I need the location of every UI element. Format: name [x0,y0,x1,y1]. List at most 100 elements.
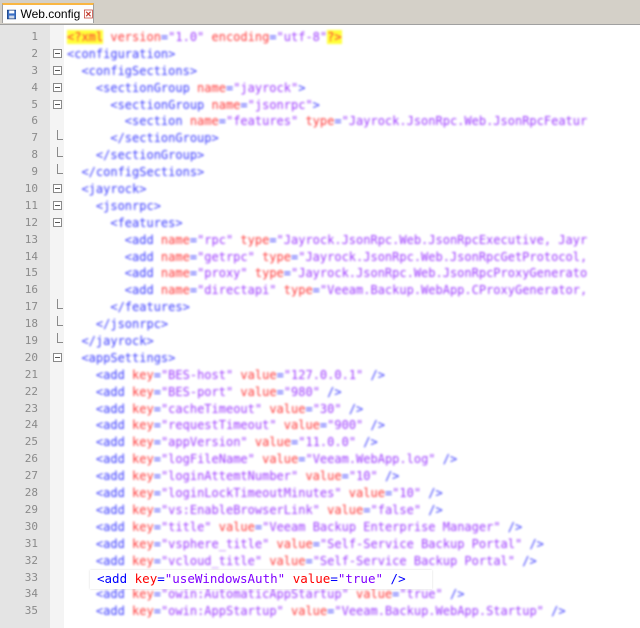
fold-end-icon [57,299,63,310]
code-token: <add [67,587,133,602]
code-token: version [103,30,161,44]
close-icon[interactable] [84,8,93,20]
code-token: = [312,536,320,551]
code-text: <appSettings> [67,350,175,367]
code-line[interactable]: 35 <add key="owin:AppStartup" value="Vee… [0,603,640,620]
fold-toggle-icon[interactable] [53,217,62,227]
code-line[interactable]: 23 <add key="cacheTimeout" value="30" /> [0,401,640,418]
code-line[interactable]: 2 <configuration> [0,46,640,63]
code-token: /> [341,401,364,416]
code-text: <add key="requestTimeout" value="900" /> [67,417,385,434]
line-number: 2 [31,46,38,60]
line-number: 24 [24,418,38,432]
code-text: <sectionGroup name="jayrock"> [67,80,306,97]
code-line[interactable]: 3 <configSections> [0,63,640,80]
code-token: <add [67,486,133,501]
code-token: /> [356,435,378,450]
code-token: "appVersion" [160,435,248,450]
code-line[interactable]: 29 <add key="vs:EnableBrowserLink" value… [0,502,640,519]
code-line[interactable]: 28 <add key="loginLockTimeoutMinutes" va… [0,485,640,502]
code-line[interactable]: 17 </features> [0,299,640,316]
line-number: 11 [24,198,38,212]
code-token: > [298,80,306,95]
line-number: 1 [31,30,38,43]
code-line[interactable]: 9 </configSections> [0,164,640,181]
fold-toggle-icon[interactable] [53,65,62,75]
code-token: "10" [348,469,378,484]
code-text: <jsonrpc> [67,198,161,215]
code-token: "Jayrock.JsonRpc.Web.JsonRpcProxyGenerat… [291,266,588,281]
code-line[interactable]: 16 <add name="directapi" type="Veeam.Bac… [0,282,640,299]
code-token: "title" [160,519,212,534]
code-token: <add [67,367,133,382]
code-line[interactable]: 4 <sectionGroup name="jayrock"> [0,80,640,97]
code-line[interactable]: 20 <appSettings> [0,350,640,367]
code-line[interactable]: 5 <sectionGroup name="jsonrpc"> [0,97,640,114]
highlighted-setting: <add key="useWindowsAuth" value="true" /… [97,571,406,588]
code-token: <configuration> [67,46,176,61]
code-line[interactable]: 25 <add key="appVersion" value="11.0.0" … [0,434,640,451]
code-token: = [189,283,198,298]
code-token: "jsonrpc" [247,97,313,112]
code-token: key [132,469,154,484]
code-token: value [319,502,364,517]
code-token: "true" [337,570,384,586]
code-token: "Veeam.Backup.WebApp.CProxyGenerator, [319,283,588,298]
code-token: /> [435,452,458,467]
code-token: "getrpc" [197,249,255,264]
code-line[interactable]: 21 <add key="BES-host" value="127.0.0.1"… [0,367,640,384]
code-line[interactable]: 12 <features> [0,215,640,232]
code-token: value [285,570,331,586]
code-line[interactable]: 18 </jsonrpc> [0,316,640,333]
fold-toggle-icon[interactable] [53,184,62,194]
code-token: /> [319,384,342,399]
code-token: <add [67,553,133,568]
code-text: </sectionGroup> [67,147,204,164]
code-line[interactable]: 33 <add key="useWindowsAuth" value="true"… [0,569,640,589]
code-line[interactable]: 22 <add key="BES-port" value="980" /> [0,384,640,401]
code-line[interactable]: 10 <jayrock> [0,181,640,198]
code-token: "BES-port" [160,384,234,399]
code-line[interactable]: 11 <jsonrpc> [0,198,640,215]
code-line[interactable]: 26 <add key="logFileName" value="Veeam.W… [0,451,640,468]
code-token: "loginLockTimeoutMinutes" [160,486,342,501]
code-token: key [132,452,154,467]
code-text: <add key="BES-port" value="980" /> [67,384,342,401]
fold-toggle-icon[interactable] [53,200,62,210]
code-line[interactable]: 24 <add key="requestTimeout" value="900"… [0,417,640,434]
code-line[interactable]: 31 <add key="vsphere_title" value="Self-… [0,536,640,553]
code-token: = [240,97,248,112]
code-line[interactable]: 13 <add name="rpc" type="Jayrock.JsonRpc… [0,232,640,249]
code-line[interactable]: 32 <add key="vcloud_title" value="Self-S… [0,553,640,570]
code-line[interactable]: 34 <add key="owin:AutomaticAppStartup" v… [0,586,640,603]
code-line[interactable]: 6 <section name="features" type="Jayrock… [0,113,640,130]
code-token: "proxy" [197,266,248,281]
code-line[interactable]: 30 <add key="title" value="Veeam Backup … [0,519,640,536]
tab-web-config[interactable]: Web.config [2,3,94,23]
fold-toggle-icon[interactable] [53,352,62,362]
code-line[interactable]: 19 </jayrock> [0,333,640,350]
code-token: "10" [392,486,422,501]
code-line[interactable]: 8 </sectionGroup> [0,147,640,164]
code-line[interactable]: 1 <?xml version="1.0" encoding="utf-8"?> [0,29,640,46]
code-token: key [132,384,154,399]
code-editor[interactable]: 1 <?xml version="1.0" encoding="utf-8"?> 2… [0,25,640,628]
fold-toggle-icon[interactable] [53,48,62,58]
code-token: = [153,502,161,517]
code-token: "useWindowsAuth" [164,570,286,586]
code-token: "true" [399,587,443,602]
code-token: "Jayrock.JsonRpc.Web.JsonRpcExecutive, J… [276,232,588,247]
code-line[interactable]: 27 <add key="loginAttemtNumber" value="1… [0,468,640,485]
code-line[interactable]: 7 </sectionGroup> [0,130,640,147]
line-number: 20 [24,350,38,364]
line-number: 15 [24,266,38,280]
code-text: <add key="vcloud_title" value="Self-Serv… [67,553,537,570]
code-token: value [262,553,306,568]
fold-toggle-icon[interactable] [53,99,62,109]
code-line[interactable]: 14 <add name="getrpc" type="Jayrock.Json… [0,249,640,266]
code-line[interactable]: 15 <add name="proxy" type="Jayrock.JsonR… [0,265,640,282]
code-token: name [160,283,190,298]
code-token: <sectionGroup [67,97,212,112]
code-token: /> [383,570,406,586]
fold-toggle-icon[interactable] [53,82,62,92]
